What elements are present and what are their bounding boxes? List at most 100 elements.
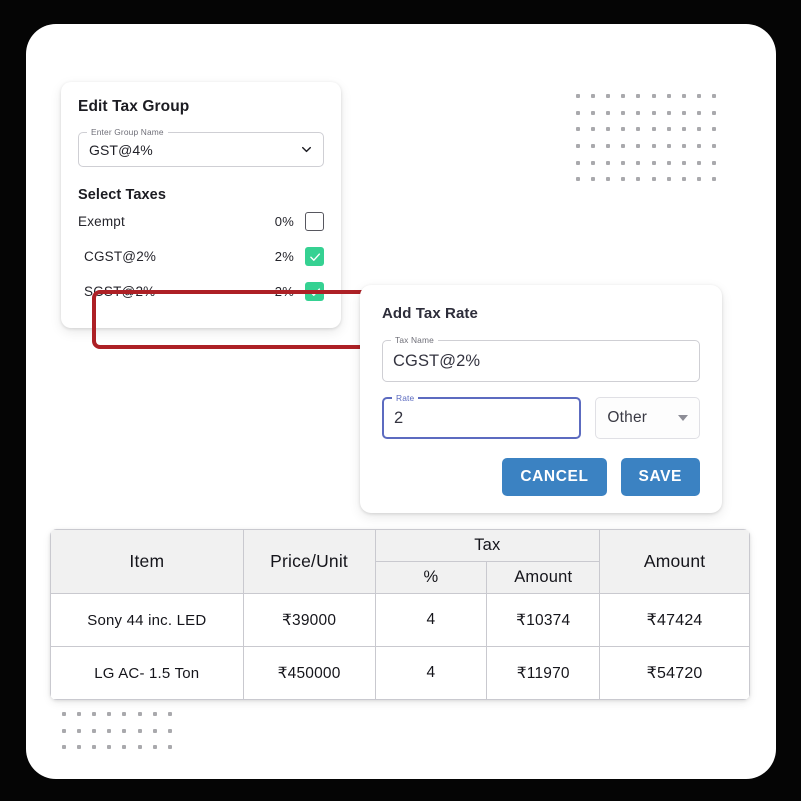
decorative-dot [137, 728, 142, 733]
cell-tax-amount: ₹10374 [486, 593, 601, 647]
app-canvas: Edit Tax Group Enter Group Name GST@4% S… [26, 24, 776, 779]
check-icon [309, 287, 320, 296]
edit-tax-group-panel: Edit Tax Group Enter Group Name GST@4% S… [61, 82, 377, 349]
cell-amount: ₹54720 [599, 646, 750, 700]
col-header-price-per-unit: Price/Unit [242, 529, 376, 594]
cell-item: LG AC- 1.5 Ton [50, 646, 244, 700]
decorative-dot [107, 728, 112, 733]
decorative-dot [666, 110, 671, 115]
decorative-dot [712, 127, 717, 132]
decorative-dot [712, 177, 717, 182]
decorative-dot [91, 745, 96, 750]
decorative-dot [712, 110, 717, 115]
decorative-dot [575, 144, 580, 149]
decorative-dot [621, 110, 626, 115]
decorative-dot [590, 160, 595, 165]
decorative-dot [666, 127, 671, 132]
decorative-dot [697, 160, 702, 165]
table-row[interactable]: LG AC- 1.5 Ton ₹450000 4 ₹11970 ₹54720 [50, 646, 750, 700]
decorative-dot [697, 94, 702, 99]
rate-label: Rate [392, 393, 419, 403]
rate-unit-select[interactable]: Other [595, 397, 700, 439]
decorative-dot [605, 110, 610, 115]
decorative-dot [605, 94, 610, 99]
decorative-dot [590, 110, 595, 115]
col-header-tax-percent: % [374, 561, 488, 594]
decorative-dot [621, 94, 626, 99]
decorative-dot [697, 127, 702, 132]
tax-row-exempt[interactable]: Exempt 0% [78, 205, 324, 238]
decorative-dot [76, 745, 81, 750]
decorative-dot [91, 728, 96, 733]
cancel-button[interactable]: CANCEL [502, 458, 607, 496]
tax-name-input[interactable]: Tax Name CGST@2% [382, 335, 700, 382]
decorative-dot [152, 712, 157, 717]
tax-row-cgst[interactable]: CGST@2% 2% [84, 240, 324, 273]
decorative-dot [666, 94, 671, 99]
tax-name: SGST@2% [84, 284, 156, 299]
tax-name-value: CGST@2% [393, 351, 481, 370]
tax-rate: 2% [274, 249, 294, 264]
tax-name-label: Tax Name [391, 335, 438, 345]
decorative-dot [712, 94, 717, 99]
table-row[interactable]: Sony 44 inc. LED ₹39000 4 ₹10374 ₹47424 [50, 593, 750, 647]
decorative-dot [681, 94, 686, 99]
decorative-dot [666, 144, 671, 149]
select-taxes-heading: Select Taxes [78, 187, 166, 203]
cell-price-per-unit: ₹450000 [242, 646, 376, 700]
decorative-dot [590, 127, 595, 132]
decorative-dot [712, 160, 717, 165]
decorative-dot [605, 160, 610, 165]
decorative-dot [651, 110, 656, 115]
decorative-dot [590, 177, 595, 182]
decorative-dot [697, 110, 702, 115]
decorative-dot [76, 728, 81, 733]
decorative-dot [575, 110, 580, 115]
cell-tax-amount: ₹11970 [486, 646, 601, 700]
decorative-dot [76, 712, 81, 717]
save-button[interactable]: SAVE [620, 458, 700, 496]
decorative-dot [91, 712, 96, 717]
decorative-dot [605, 144, 610, 149]
tax-checkbox-exempt[interactable] [305, 212, 324, 231]
chevron-down-icon[interactable] [300, 143, 313, 156]
triangle-down-icon[interactable] [678, 415, 688, 421]
col-header-tax: Tax [374, 529, 601, 562]
decorative-dot [152, 745, 157, 750]
decorative-dot [61, 712, 66, 717]
decorative-dot [636, 144, 641, 149]
rate-value: 2 [394, 408, 404, 427]
tax-checkbox-sgst[interactable] [305, 282, 324, 301]
decorative-dot [167, 712, 172, 717]
decorative-dot [122, 745, 127, 750]
decorative-dot [666, 160, 671, 165]
col-header-amount: Amount [599, 529, 750, 594]
rate-input[interactable]: Rate 2 [382, 393, 582, 439]
decorative-dot [605, 177, 610, 182]
decorative-dot [681, 110, 686, 115]
table-body: Sony 44 inc. LED ₹39000 4 ₹10374 ₹47424 … [50, 593, 750, 700]
decorative-dot [122, 712, 127, 717]
add-tax-rate-title: Add Tax Rate [382, 305, 478, 322]
decorative-dot [651, 160, 656, 165]
tax-row-sgst[interactable]: SGST@2% 2% [84, 275, 324, 308]
decorative-dot [636, 94, 641, 99]
decorative-dot [681, 177, 686, 182]
decorative-dot [636, 127, 641, 132]
dialog-actions: CANCEL SAVE [382, 458, 700, 496]
tax-name: Exempt [78, 214, 125, 229]
decorative-dot [137, 745, 142, 750]
cell-price-per-unit: ₹39000 [242, 593, 376, 647]
screenshot-root: Edit Tax Group Enter Group Name GST@4% S… [0, 0, 801, 801]
tax-checkbox-cgst[interactable] [305, 247, 324, 266]
rate-unit-value: Other [607, 409, 648, 426]
decorative-dot [167, 745, 172, 750]
decorative-dot [636, 110, 641, 115]
decorative-dot [697, 144, 702, 149]
tax-rate: 0% [274, 214, 294, 229]
group-name-select[interactable]: Enter Group Name GST@4% [78, 127, 324, 167]
decorative-dot [107, 745, 112, 750]
tax-rate: 2% [274, 284, 294, 299]
col-header-tax-amount: Amount [486, 561, 601, 594]
decorative-dot [137, 712, 142, 717]
